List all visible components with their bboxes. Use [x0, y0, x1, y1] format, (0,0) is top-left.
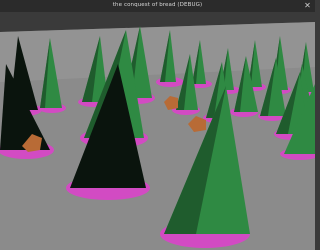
scene-canvas[interactable]: [0, 12, 315, 250]
game-viewport[interactable]: [0, 12, 315, 250]
close-icon[interactable]: ✕: [303, 1, 312, 10]
window-title: the conquest of bread (DEBUG): [112, 2, 203, 8]
game-window: the conquest of bread (DEBUG) ✕: [0, 0, 315, 250]
